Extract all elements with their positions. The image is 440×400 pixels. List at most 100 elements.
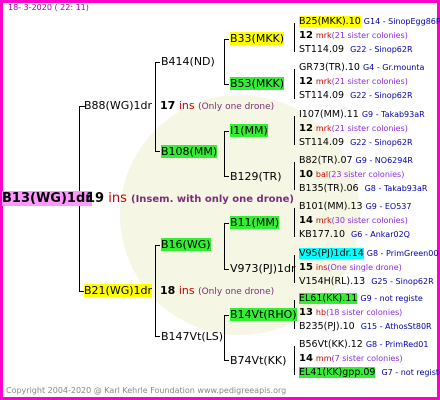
gen4-count: 14 bbox=[299, 353, 313, 364]
gen4-method: mrk bbox=[315, 216, 332, 225]
gen4-dam-row[interactable]: B135(TR).06 G8 - Takab93aR bbox=[299, 184, 427, 194]
gen4-dam-row[interactable]: KB177.10 G6 - Ankar02Q bbox=[299, 230, 410, 240]
gen4-dam-id: B135(TR).06 bbox=[299, 183, 359, 194]
gen4-sire-row[interactable]: EL61(KK).11 G9 - not registe bbox=[299, 293, 423, 304]
gen4-bracket-8 bbox=[294, 346, 295, 375]
gen3-queen-3[interactable]: I1(MM) bbox=[230, 124, 268, 137]
gen3a-branch-top bbox=[224, 39, 229, 40]
gen3c-branch-bottom bbox=[224, 269, 229, 270]
gen4-sire-row[interactable]: B56Vt(KK).12 G8 - PrimRed01 bbox=[299, 340, 428, 350]
gen4-dam-source: G22 - Sinop62R bbox=[350, 91, 413, 100]
gen4-sire-source: G9 - not registe bbox=[360, 294, 423, 303]
gen4-dam-source: G22 - Sinop62R bbox=[350, 45, 413, 54]
gen3b-bracket bbox=[224, 131, 225, 176]
gen2-queen-2[interactable]: B108(MM) bbox=[161, 145, 218, 158]
gen3-queen-2[interactable]: B53(MKK) bbox=[230, 77, 285, 90]
gen4-sire-id: B101(MM).13 bbox=[299, 201, 363, 212]
gen2a-branch-top bbox=[155, 62, 160, 63]
gen4-sire-row[interactable]: B25(MKK).10 G14 - SinopEgg86R bbox=[299, 16, 440, 27]
gen4-sire-id: I107(MM).11 bbox=[299, 109, 359, 120]
gen4-info-row: 15 ins(One single drone) bbox=[299, 263, 402, 273]
gen4-dam-row[interactable]: ST114.09 G22 - Sinop62R bbox=[299, 91, 413, 101]
gen4-method: ins bbox=[315, 263, 328, 272]
gen3-queen-1[interactable]: B33(MKK) bbox=[230, 32, 285, 45]
gen4-dam-id: EL41(KK)gpp.09 bbox=[299, 367, 376, 378]
dam-line-info: 18 ins (Only one drone) bbox=[160, 284, 275, 297]
gen4-sire-source: G8 - PrimRed01 bbox=[365, 340, 429, 349]
gen4-dam-row[interactable]: ST114.09 G22 - Sinop62R bbox=[299, 138, 413, 148]
gen4-sire-source: G4 - Gr.mounta bbox=[362, 63, 425, 72]
gen4-sire-source: G14 - SinopEgg86R bbox=[363, 17, 440, 26]
gen4-dam-id: ST114.09 bbox=[299, 137, 345, 148]
gen4-sire-row[interactable]: V95(PJ)1dr.14 G8 - PrimGreen00 bbox=[299, 248, 439, 259]
gen4-dam-source: G7 - not registe bbox=[381, 368, 440, 377]
gen4-note: (18 sister colonies) bbox=[326, 308, 403, 317]
gen3-queen-4[interactable]: B129(TR) bbox=[230, 171, 282, 182]
gen4-dam-row[interactable]: V154H(RL).13 G25 - Sinop62R bbox=[299, 277, 434, 287]
gen4-dam-id: KB177.10 bbox=[299, 229, 345, 240]
gen4-dam-row[interactable]: EL41(KK)gpp.09 G7 - not registe bbox=[299, 367, 440, 378]
gen3d-branch-top bbox=[224, 315, 229, 316]
gen4-sire-id: B56Vt(KK).12 bbox=[299, 339, 363, 350]
gen2b-branch-bottom bbox=[155, 336, 160, 337]
gen3-queen-5[interactable]: B11(MM) bbox=[230, 216, 280, 229]
gen4-dam-id: V154H(RL).13 bbox=[299, 276, 366, 287]
gen4-sire-source: G9 - NO6294R bbox=[355, 156, 413, 165]
gen4-dam-row[interactable]: ST114.09 G22 - Sinop62R bbox=[299, 45, 413, 55]
root-queen: B13(WG)1dr bbox=[2, 191, 92, 206]
gen4-note: (30 sister colonies) bbox=[331, 216, 408, 225]
dam-line-queen[interactable]: B21(WG)1dr bbox=[84, 284, 153, 297]
root-queen-id[interactable]: B13(WG)1dr bbox=[2, 191, 92, 206]
gen4-dam-id: ST114.09 bbox=[299, 90, 345, 101]
gen4-count: 14 bbox=[299, 215, 313, 226]
gen4-bracket-5 bbox=[294, 208, 295, 237]
gen2-queen-4[interactable]: B147Vt(LS) bbox=[161, 331, 223, 342]
gen3-queen-7[interactable]: B14Vt(RHO) bbox=[230, 308, 297, 321]
gen3-queen-8[interactable]: B74Vt(KK) bbox=[230, 355, 286, 366]
gen4-note: (21 sister colonies) bbox=[331, 31, 408, 40]
gen4-bracket-1 bbox=[294, 23, 295, 52]
gen4-info-row: 12 mrk(21 sister colonies) bbox=[299, 31, 408, 41]
gen4-info-row: 10 bal(23 sister colonies) bbox=[299, 170, 404, 180]
gen4-sire-row[interactable]: B82(TR).07 G9 - NO6294R bbox=[299, 156, 413, 166]
gen3a-branch-bottom bbox=[224, 84, 229, 85]
sire-line-queen[interactable]: B88(WG)1dr bbox=[84, 100, 152, 111]
gen3b-branch-bottom bbox=[224, 176, 229, 177]
gen4-method: mrk bbox=[315, 77, 332, 86]
gen4-dam-source: G25 - Sinop62R bbox=[371, 277, 434, 286]
gen3-queen-6[interactable]: V973(PJ)1dr bbox=[230, 263, 295, 274]
gen4-sire-id: B25(MKK).10 bbox=[299, 16, 361, 27]
gen4-sire-id: V95(PJ)1dr.14 bbox=[299, 248, 364, 259]
gen2b-branch-top bbox=[155, 245, 160, 246]
gen4-info-row: 14 mrk(30 sister colonies) bbox=[299, 216, 408, 226]
gen4-dam-source: G15 - AthosSt80R bbox=[360, 322, 432, 331]
gen4-dam-source: G6 - Ankar02Q bbox=[351, 230, 410, 239]
gen2-queen-1[interactable]: B414(ND) bbox=[161, 56, 215, 67]
gen2a-branch-bottom bbox=[155, 151, 160, 152]
gen4-method: bal bbox=[315, 170, 329, 179]
gen3c-bracket bbox=[224, 223, 225, 269]
gen2b-bracket bbox=[155, 245, 156, 336]
gen4-bracket-3 bbox=[294, 116, 295, 145]
gen3c-branch-top bbox=[224, 223, 229, 224]
header-date: 18- 3-2020 ( 22: 11) bbox=[8, 3, 89, 12]
gen4-dam-row[interactable]: B235(PJ).10 G15 - AthosSt80R bbox=[299, 322, 432, 332]
gen4-note: (7 sister colonies) bbox=[331, 354, 403, 363]
gen4-sire-row[interactable]: I107(MM).11 G9 - Takab93aR bbox=[299, 110, 425, 120]
gen4-count: 15 bbox=[299, 262, 313, 273]
gen4-sire-source: G8 - PrimGreen00 bbox=[366, 249, 439, 258]
gen4-count: 13 bbox=[299, 307, 313, 318]
gen4-dam-id: B235(PJ).10 bbox=[299, 321, 355, 332]
gen4-note: (21 sister colonies) bbox=[331, 77, 408, 86]
gen4-dam-source: G22 - Sinop62R bbox=[350, 138, 413, 147]
gen4-sire-id: B82(TR).07 bbox=[299, 155, 353, 166]
gen4-sire-row[interactable]: B101(MM).13 G9 - EO537 bbox=[299, 202, 411, 212]
gen4-dam-source: G8 - Takab93aR bbox=[364, 184, 428, 193]
gen2-queen-3[interactable]: B16(WG) bbox=[161, 238, 211, 251]
gen4-sire-source: G9 - Takab93aR bbox=[361, 110, 425, 119]
gen4-info-row: 14 mm(7 sister colonies) bbox=[299, 354, 403, 364]
gen4-sire-row[interactable]: GR73(TR).10 G4 - Gr.mounta bbox=[299, 63, 424, 73]
gen4-note: (One single drone) bbox=[327, 263, 402, 272]
gen4-method: mm bbox=[315, 354, 332, 363]
gen3a-bracket bbox=[224, 39, 225, 84]
